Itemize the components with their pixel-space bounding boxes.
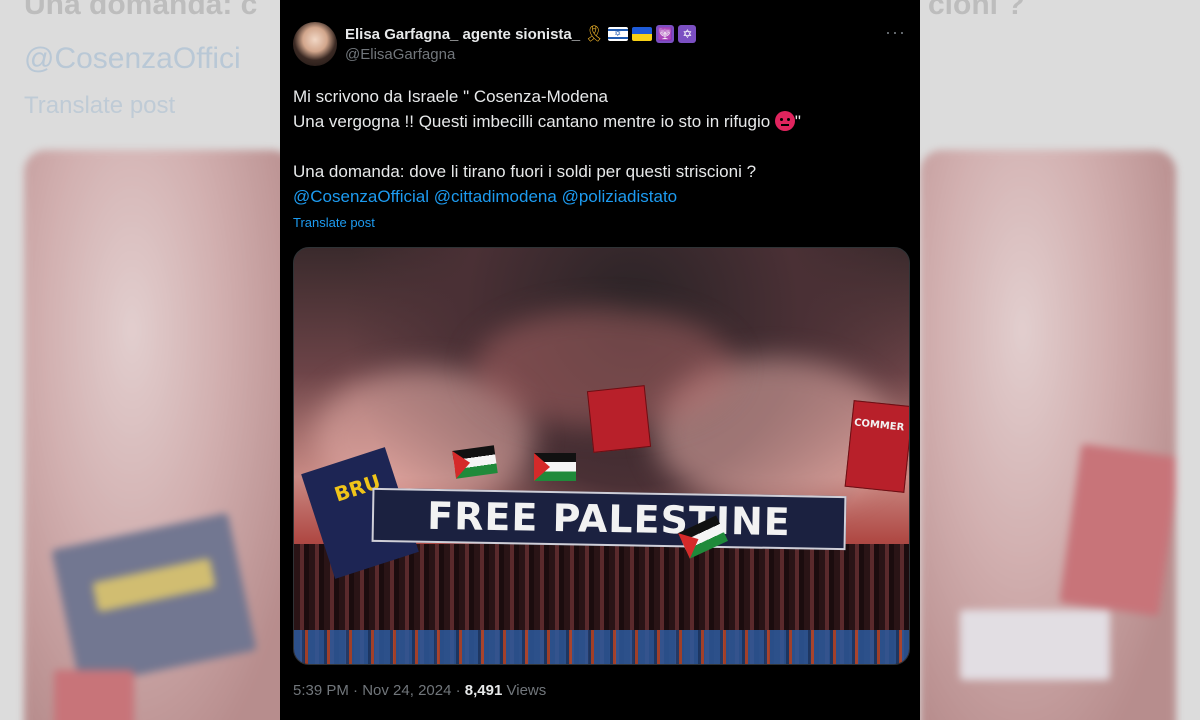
tweet-time[interactable]: 5:39 PM bbox=[293, 682, 349, 699]
ukraine-flag-icon bbox=[632, 27, 653, 41]
red-flag bbox=[586, 385, 652, 453]
views-label: Views bbox=[506, 682, 547, 699]
red-flag bbox=[844, 400, 909, 493]
bg-photo-left bbox=[24, 150, 294, 720]
tweet-line: Mi scrivono da Israele " Cosenza-Modena bbox=[293, 87, 609, 106]
yellow-ribbon-icon: 🎗 bbox=[584, 26, 605, 43]
free-palestine-banner: FREE PALESTINE bbox=[371, 487, 847, 551]
banner-text: FREE PALESTINE bbox=[426, 493, 792, 545]
avatar[interactable] bbox=[293, 22, 337, 66]
tweet-text: Mi scrivono da Israele " Cosenza-Modena … bbox=[293, 84, 903, 209]
bg-heading-right: cioni ? bbox=[928, 0, 1025, 21]
bg-translate: Translate post bbox=[24, 92, 176, 119]
mention-links: @CosenzaOfficial @cittadimodena @polizia… bbox=[293, 184, 903, 209]
tweet-card: Elisa Garfagna_ agente sionista_ 🎗 ✡ 🕎 ✡… bbox=[280, 0, 920, 720]
angry-face-icon bbox=[774, 111, 795, 131]
author-name-row: Elisa Garfagna_ agente sionista_ 🎗 ✡ 🕎 ✡ bbox=[345, 24, 697, 44]
tweet-meta: 5:39 PM · Nov 24, 2024 · 8,491 Views bbox=[293, 682, 547, 699]
mention-link[interactable]: @poliziadistato bbox=[562, 187, 678, 206]
bg-photo-right bbox=[920, 150, 1176, 720]
views-count: 8,491 bbox=[464, 682, 503, 699]
bg-mention: @CosenzaOffici bbox=[24, 42, 241, 75]
palestine-flag bbox=[534, 453, 576, 481]
translate-post-link[interactable]: Translate post bbox=[293, 215, 375, 230]
tweet-line: Una vergogna !! Questi imbecilli cantano… bbox=[293, 111, 801, 131]
bg-heading-left: Una domanda: c bbox=[24, 0, 258, 21]
tweet-photo[interactable]: BRU FREE PALESTINE COMMER bbox=[293, 247, 910, 665]
star-of-david-icon: ✡ bbox=[678, 25, 697, 43]
menorah-icon: 🕎 bbox=[656, 25, 675, 43]
mention-link[interactable]: @cittadimodena bbox=[434, 187, 557, 206]
more-options-icon[interactable]: ··· bbox=[885, 22, 906, 43]
author-handle[interactable]: @ElisaGarfagna bbox=[345, 46, 455, 63]
israel-flag-icon: ✡ bbox=[608, 27, 629, 41]
tweet-line: Una domanda: dove li tirano fuori i sold… bbox=[293, 162, 757, 181]
display-name[interactable]: Elisa Garfagna_ agente sionista_ bbox=[345, 26, 580, 43]
mention-link[interactable]: @CosenzaOfficial bbox=[293, 187, 429, 206]
tweet-date[interactable]: Nov 24, 2024 bbox=[362, 682, 451, 699]
stadium-seats bbox=[294, 630, 909, 664]
palestine-flag bbox=[452, 445, 498, 479]
